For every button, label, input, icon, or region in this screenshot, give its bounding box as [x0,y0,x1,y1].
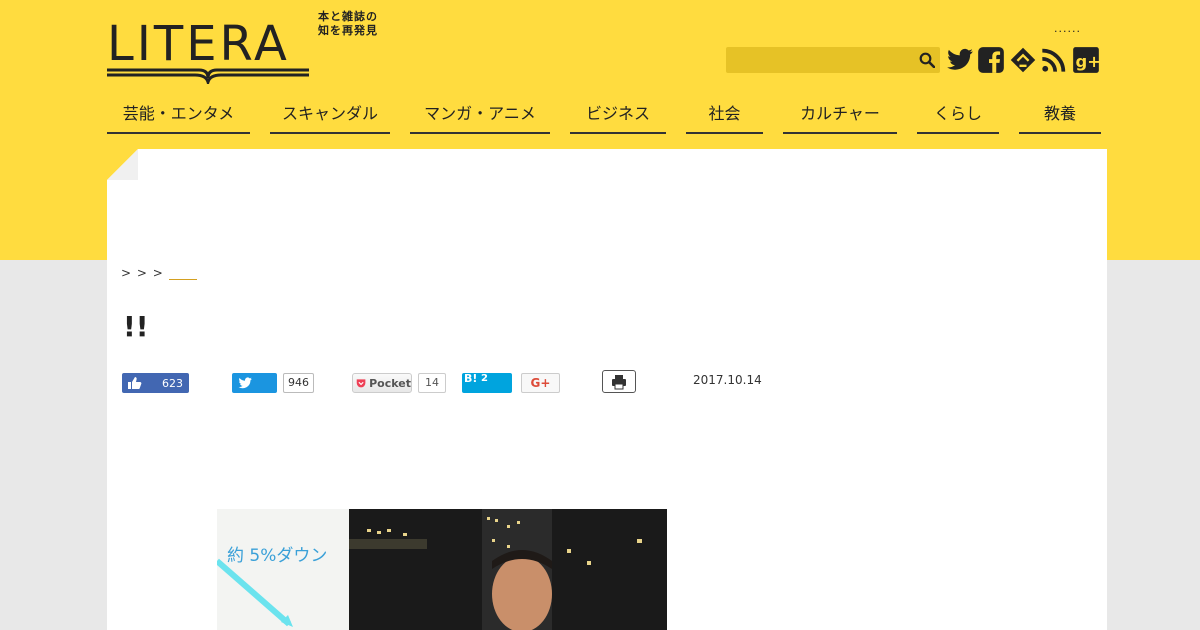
hatena-bookmark-button[interactable]: B! 2 [462,372,512,393]
nav-item-scandal[interactable]: スキャンダル [270,100,390,134]
breadcrumb-current[interactable] [168,268,197,280]
hatena-label: B! [464,372,478,385]
printer-icon [612,375,626,390]
print-button[interactable] [602,370,636,393]
breadcrumb: > > > [121,266,199,280]
thumbs-up-icon [128,377,142,389]
site-logo[interactable]: LITERA [107,18,317,86]
facebook-like-button[interactable]: 623 [122,373,189,393]
twitter-count: 946 [283,373,314,393]
page-corner-fold [107,149,138,180]
google-plus-share-button[interactable]: G+ [521,373,560,393]
nav-item-society[interactable]: 社会 [686,100,763,134]
breadcrumb-separator: > [152,266,167,280]
article-photo: 約 5%ダウン [217,509,667,630]
twitter-share-button[interactable] [232,373,277,393]
facebook-icon[interactable] [977,46,1005,74]
twitter-icon[interactable] [946,46,974,74]
breadcrumb-separator: > [121,266,135,280]
pocket-label: Pocket [369,376,411,390]
search-box [726,47,940,73]
rss-icon[interactable] [1040,46,1068,74]
logo-text: LITERA [107,16,290,72]
google-plus-icon[interactable]: g+ [1072,46,1100,74]
feedly-icon[interactable] [1009,46,1037,74]
nav-item-manga-anime[interactable]: マンガ・アニメ [410,100,550,134]
site-tagline: 本と雑誌の知を再発見 [318,10,378,37]
photo-panel-text: 約 5%ダウン [227,546,328,566]
nav-item-culture[interactable]: カルチャー [783,100,897,134]
nav-item-business[interactable]: ビジネス [570,100,666,134]
hatena-count: 2 [481,373,488,384]
search-icon[interactable] [919,52,935,68]
pocket-count: 14 [418,373,446,393]
photo-scene [217,509,667,630]
main-nav: 芸能・エンタメ スキャンダル マンガ・アニメ ビジネス 社会 カルチャー くらし… [0,100,1200,136]
nav-item-lifestyle[interactable]: くらし [917,100,999,134]
pocket-icon [356,379,366,388]
article-title: !! [123,310,149,343]
nav-item-entertainment[interactable]: 芸能・エンタメ [107,100,250,134]
logo-book-icon [107,68,309,84]
search-input[interactable] [726,47,906,73]
twitter-bird-icon [238,377,252,389]
pocket-button[interactable]: Pocket [352,373,412,393]
breadcrumb-separator: > [136,266,151,280]
svg-text:g+: g+ [1076,52,1101,71]
publish-date: 2017.10.14 [693,373,762,387]
header-dots: ...... [1054,22,1081,35]
facebook-count: 623 [162,376,183,390]
nav-item-education[interactable]: 教養 [1019,100,1101,134]
